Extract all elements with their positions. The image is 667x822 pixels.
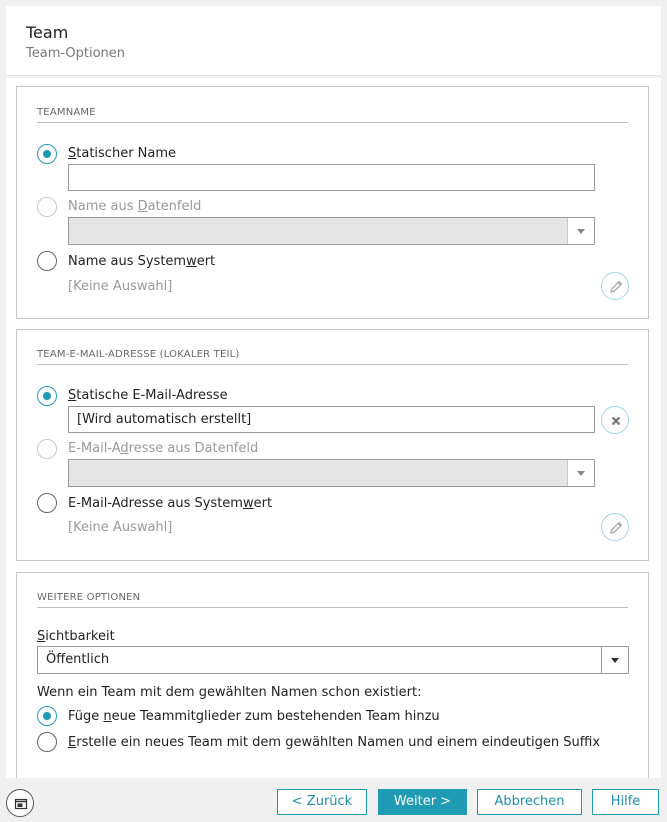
create-new-team-label[interactable]: Erstelle ein neues Team mit dem gewählte… — [68, 735, 600, 750]
window-icon — [14, 798, 28, 810]
section-title-email: TEAM-E-MAIL-ADRESSE (LOKALER TEIL) — [37, 349, 240, 360]
systemvalue-name-label[interactable]: Name aus Systemwert — [68, 254, 215, 269]
systemvalue-email-radio[interactable] — [37, 493, 57, 513]
select-arrow — [567, 218, 594, 244]
email-section: TEAM-E-MAIL-ADRESSE (LOKALER TEIL) Stati… — [16, 329, 649, 561]
chevron-down-icon — [577, 229, 585, 234]
clear-email-button[interactable] — [601, 406, 629, 434]
edit-system-name-button[interactable] — [601, 272, 629, 300]
datafield-email-select — [68, 459, 595, 487]
clear-icon — [611, 416, 621, 426]
chevron-down-icon — [611, 658, 619, 663]
further-options-section: WEITERE OPTIONEN Sichtbarkeit Öffentlich… — [16, 572, 649, 778]
visibility-label: Sichtbarkeit — [37, 629, 115, 644]
cancel-button[interactable]: Abbrechen — [477, 789, 582, 815]
static-email-input[interactable]: [Wird automatisch erstellt] — [68, 406, 595, 433]
help-button[interactable]: Hilfe — [592, 789, 659, 815]
back-button[interactable]: < Zurück — [277, 789, 367, 815]
datafield-email-label: E-Mail-Adresse aus Datenfeld — [68, 441, 259, 456]
static-email-label[interactable]: Statische E-Mail-Adresse — [68, 388, 228, 403]
pencil-icon — [610, 280, 623, 293]
static-name-radio[interactable] — [37, 144, 57, 164]
visibility-select[interactable]: Öffentlich — [37, 646, 629, 674]
edit-system-email-button[interactable] — [601, 513, 629, 541]
static-email-radio[interactable] — [37, 386, 57, 406]
add-members-label[interactable]: Füge neue Teammitglieder zum bestehenden… — [68, 709, 440, 724]
dialog-footer: < Zurück Weiter > Abbrechen Hilfe — [0, 778, 667, 822]
section-title-teamname: TEAMNAME — [37, 107, 96, 118]
next-button[interactable]: Weiter > — [378, 789, 467, 815]
static-name-label[interactable]: Statischer Name — [68, 146, 176, 161]
pencil-icon — [610, 521, 623, 534]
teamname-section: TEAMNAME Statischer Name Name aus Datenf… — [16, 86, 649, 319]
static-name-input[interactable] — [68, 164, 595, 191]
datafield-name-radio — [37, 197, 57, 217]
chevron-down-icon — [577, 471, 585, 476]
datafield-name-select — [68, 217, 595, 245]
content-area: TEAMNAME Statischer Name Name aus Datenf… — [6, 78, 661, 778]
dialog-header: Team Team-Optionen — [6, 6, 661, 76]
systemvalue-name-value: [Keine Auswahl] — [68, 279, 173, 294]
window-toggle-button[interactable] — [6, 789, 34, 817]
add-members-radio[interactable] — [37, 706, 57, 726]
select-arrow — [567, 460, 594, 486]
visibility-value: Öffentlich — [46, 652, 110, 667]
select-arrow[interactable] — [601, 647, 628, 673]
create-new-team-radio[interactable] — [37, 732, 57, 752]
datafield-name-label: Name aus Datenfeld — [68, 199, 202, 214]
page-title: Team — [26, 23, 69, 42]
systemvalue-email-value: [Keine Auswahl] — [68, 520, 173, 535]
team-exists-text: Wenn ein Team mit dem gewählten Namen sc… — [37, 685, 422, 700]
divider — [37, 122, 628, 123]
section-title-options: WEITERE OPTIONEN — [37, 592, 141, 603]
systemvalue-name-radio[interactable] — [37, 251, 57, 271]
page-subtitle: Team-Optionen — [26, 46, 126, 61]
datafield-email-radio — [37, 439, 57, 459]
divider — [37, 607, 628, 608]
systemvalue-email-label[interactable]: E-Mail-Adresse aus Systemwert — [68, 496, 272, 511]
divider — [37, 364, 628, 365]
